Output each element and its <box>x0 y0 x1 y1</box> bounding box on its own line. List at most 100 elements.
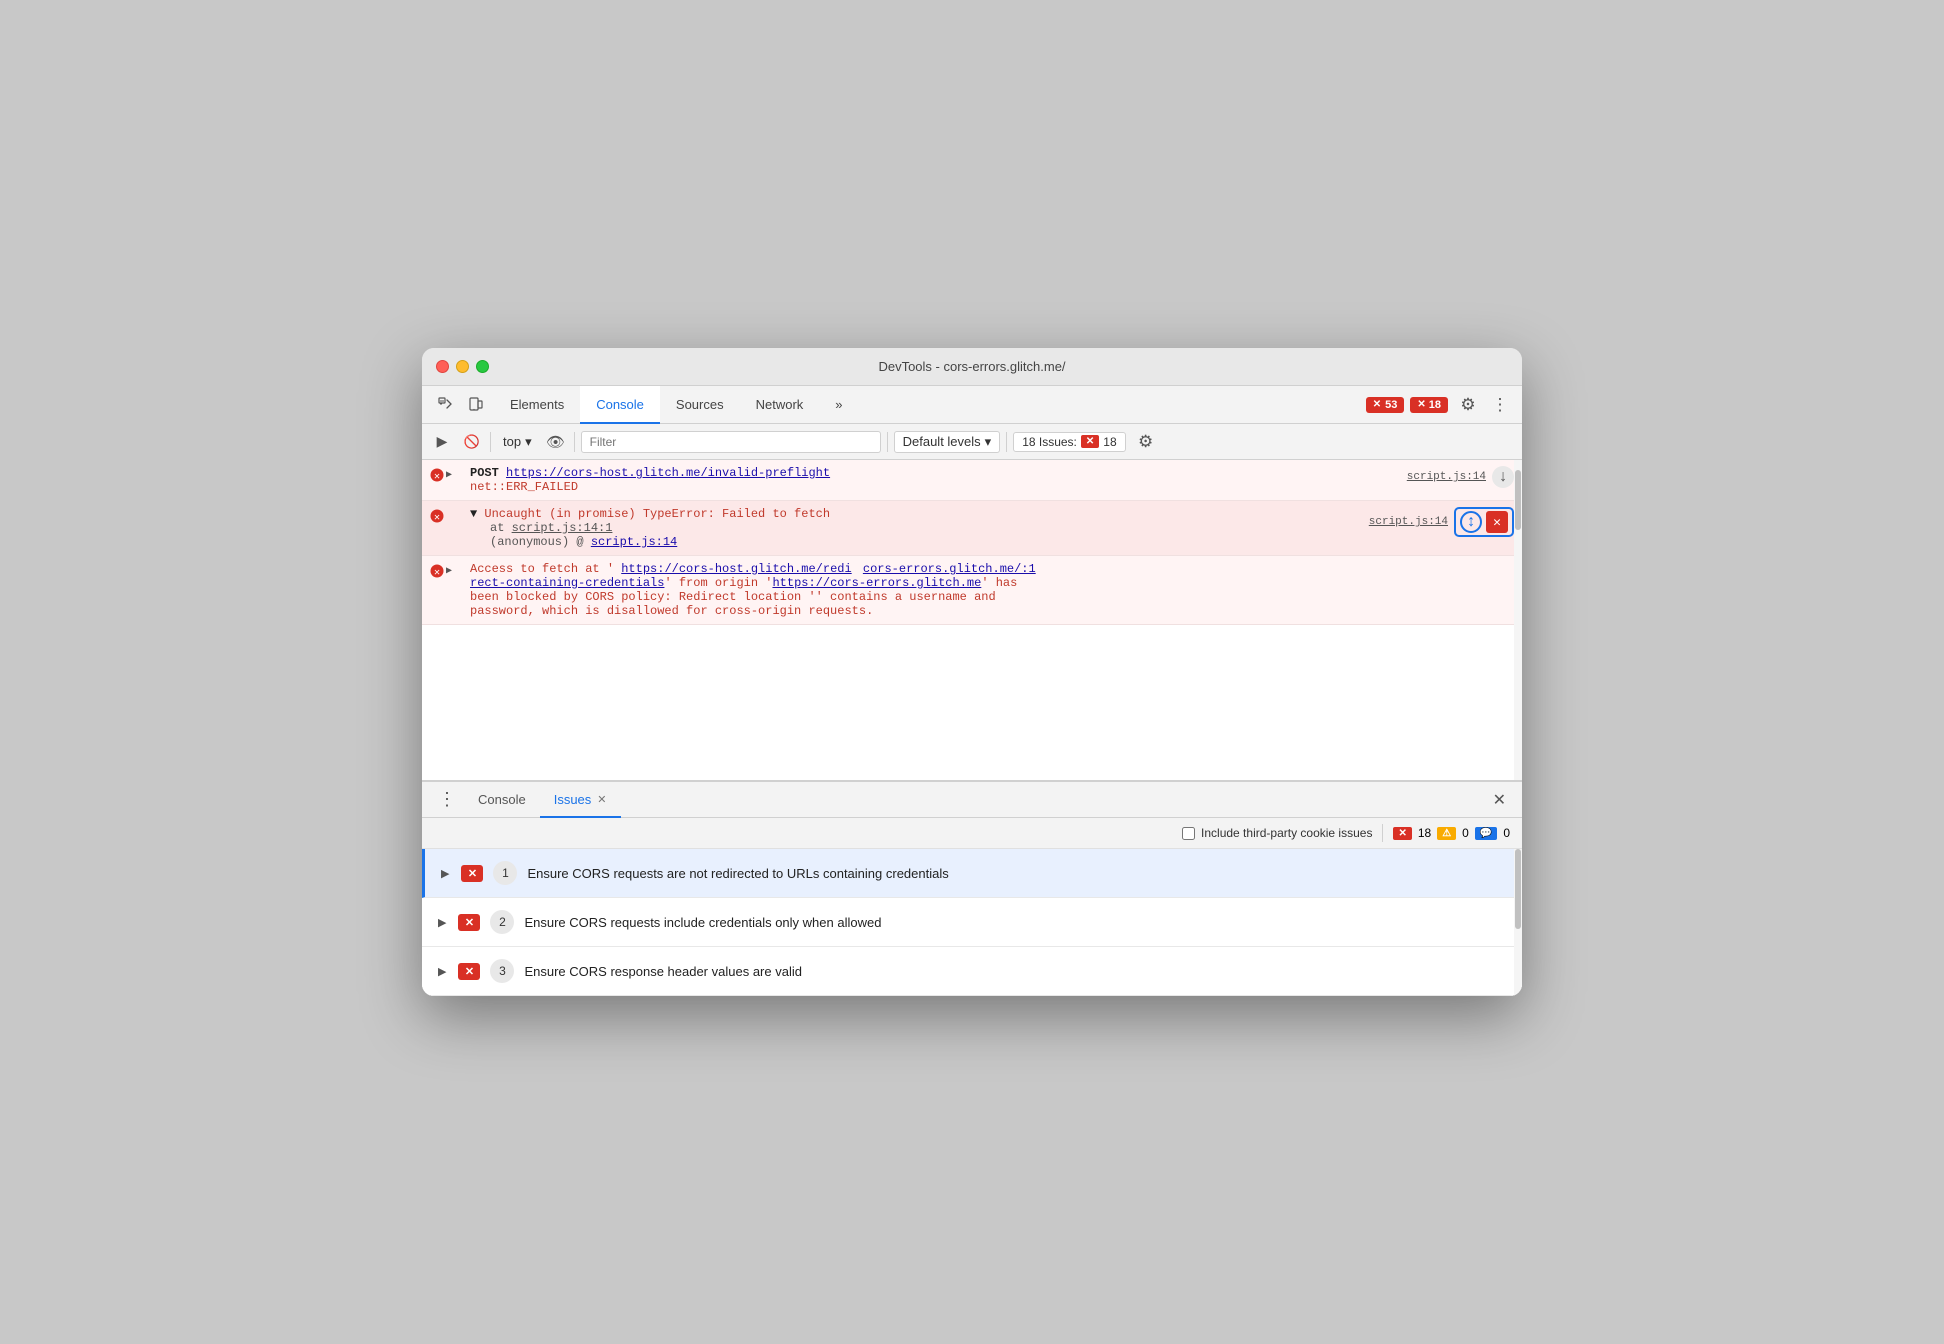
download-icon-1[interactable]: ↓ <box>1492 466 1514 488</box>
row-1-right: script.js:14 ↓ <box>1407 466 1514 488</box>
filter-input[interactable] <box>581 431 881 453</box>
titlebar: DevTools - cors-errors.glitch.me/ <box>422 348 1522 386</box>
row-1-method: POST <box>470 466 506 480</box>
tab-sources[interactable]: Sources <box>660 386 740 424</box>
context-selector[interactable]: top ▾ <box>497 432 538 452</box>
issues-count-button[interactable]: 18 Issues: ✕ 18 <box>1013 432 1125 452</box>
issue-item-3[interactable]: ▶ ✕ 3 Ensure CORS response header values… <box>422 947 1522 996</box>
traffic-lights <box>436 360 489 373</box>
btab-issues[interactable]: Issues ✕ <box>540 783 621 818</box>
console-scrollbar-thumb[interactable] <box>1515 470 1521 530</box>
row-1-error: net::ERR_FAILED <box>470 480 578 494</box>
row-3-url3[interactable]: rect-containing-credentials <box>470 576 664 590</box>
window-title: DevTools - cors-errors.glitch.me/ <box>878 359 1065 374</box>
error-icon-3: ✕ <box>430 564 444 582</box>
inspector-icon[interactable] <box>436 395 456 415</box>
row-2-right: script.js:14 ↕ ✕ <box>1369 507 1514 537</box>
issue-3-text: Ensure CORS response header values are v… <box>524 964 801 979</box>
action-buttons-highlighted: ↕ ✕ <box>1454 507 1514 537</box>
tab-elements[interactable]: Elements <box>494 386 580 424</box>
row-3-url4[interactable]: https://cors-errors.glitch.me <box>772 576 981 590</box>
issue-3-badge: ✕ <box>458 963 480 980</box>
warning-count-badge[interactable]: ✕ 18 <box>1410 397 1448 413</box>
issues-info-count: 💬 <box>1475 827 1497 840</box>
issues-error-count: ✕ <box>1393 827 1411 840</box>
issues-toolbar-divider <box>1382 824 1383 842</box>
console-content: ✕ ▶ script.js:14 ↓ POST https://cors-hos… <box>422 460 1522 780</box>
settings-button[interactable]: ⚙ <box>1454 391 1482 419</box>
console-row-2: ✕ script.js:14 ↕ ✕ ▼ Uncaught (in promis… <box>422 501 1522 556</box>
tab-more[interactable]: » <box>819 386 858 424</box>
issues-list: ▶ ✕ 1 Ensure CORS requests are not redir… <box>422 849 1522 996</box>
third-party-checkbox[interactable] <box>1182 827 1195 840</box>
maximize-button[interactable] <box>476 360 489 373</box>
svg-text:✕: ✕ <box>434 568 440 578</box>
expand-triangle-3[interactable]: ▶ <box>446 565 452 577</box>
row-3-text-1: Access to fetch at ' <box>470 562 614 576</box>
issues-error-badge: ✕ <box>1081 435 1099 448</box>
script-ref-1[interactable]: script.js:14 <box>1407 471 1486 483</box>
row-3-url2[interactable]: cors-errors.glitch.me/:1 <box>863 562 1036 576</box>
issues-tab-close[interactable]: ✕ <box>597 793 606 806</box>
log-level-dropdown[interactable]: Default levels ▾ <box>894 431 1001 453</box>
main-tabbar: Elements Console Sources Network » ✕ 53 … <box>422 386 1522 424</box>
issue-item-1[interactable]: ▶ ✕ 1 Ensure CORS requests are not redir… <box>422 849 1522 898</box>
close-button[interactable] <box>436 360 449 373</box>
tabbar-right: ✕ 53 ✕ 18 ⚙ ⋮ <box>1366 386 1516 423</box>
row-1-url[interactable]: https://cors-host.glitch.me/invalid-pref… <box>506 466 830 480</box>
issue-1-expand[interactable]: ▶ <box>441 867 449 880</box>
console-settings-button[interactable]: ⚙ <box>1132 428 1160 456</box>
dismiss-icon-2[interactable]: ✕ <box>1486 511 1508 533</box>
issue-1-badge: ✕ <box>461 865 483 882</box>
issue-2-text: Ensure CORS requests include credentials… <box>524 915 881 930</box>
warning-x-icon: ✕ <box>1417 399 1425 410</box>
row-2-content: script.js:14 ↕ ✕ ▼ Uncaught (in promise)… <box>450 507 1514 549</box>
script-ref-2[interactable]: script.js:14 <box>1369 516 1448 528</box>
toolbar-divider-4 <box>1006 432 1007 452</box>
console-toolbar: ▶ 🚫 top ▾ 👁 Default levels ▾ 18 Issues: … <box>422 424 1522 460</box>
error-count-badge[interactable]: ✕ 53 <box>1366 397 1405 413</box>
eye-icon[interactable]: 👁 <box>544 430 568 454</box>
tab-network[interactable]: Network <box>740 386 820 424</box>
third-party-checkbox-label[interactable]: Include third-party cookie issues <box>1182 826 1372 840</box>
bottom-panel: ⋮ Console Issues ✕ ✕ Include third-party… <box>422 780 1522 996</box>
stack-link-2[interactable]: script.js:14 <box>591 535 677 549</box>
expand-triangle-1[interactable]: ▶ <box>446 469 452 481</box>
issue-2-num: 2 <box>490 910 514 934</box>
row-1-content: script.js:14 ↓ POST https://cors-host.gl… <box>450 466 1514 494</box>
error-icon-2: ✕ <box>430 509 444 527</box>
row-3-content: Access to fetch at ' https://cors-host.g… <box>450 562 1514 618</box>
error-x-icon: ✕ <box>1373 399 1381 410</box>
more-button[interactable]: ⋮ <box>1488 391 1512 419</box>
issues-scrollbar-thumb[interactable] <box>1515 849 1521 929</box>
device-icon[interactable] <box>466 395 486 415</box>
bottom-panel-menu[interactable]: ⋮ <box>430 789 464 810</box>
minimize-button[interactable] <box>456 360 469 373</box>
stack-link-1[interactable]: script.js:14:1 <box>512 521 613 535</box>
row-3-url1[interactable]: https://cors-host.glitch.me/redi <box>621 562 851 576</box>
tab-console[interactable]: Console <box>580 386 660 424</box>
issue-2-expand[interactable]: ▶ <box>438 916 446 929</box>
issues-counts: ✕ 18 ⚠ 0 💬 0 <box>1393 826 1510 840</box>
issue-2-badge: ✕ <box>458 914 480 931</box>
devtools-body: Elements Console Sources Network » ✕ 53 … <box>422 386 1522 996</box>
issues-toolbar: Include third-party cookie issues ✕ 18 ⚠… <box>422 818 1522 849</box>
clear-console-button[interactable]: ▶ <box>430 430 454 454</box>
svg-text:✕: ✕ <box>434 472 440 482</box>
issue-3-expand[interactable]: ▶ <box>438 965 446 978</box>
link-icon-2[interactable]: ↕ <box>1460 511 1482 533</box>
console-scrollbar[interactable] <box>1514 460 1522 780</box>
ban-icon[interactable]: 🚫 <box>460 430 484 454</box>
bottom-tabbar: ⋮ Console Issues ✕ ✕ <box>422 782 1522 818</box>
issue-item-2[interactable]: ▶ ✕ 2 Ensure CORS requests include crede… <box>422 898 1522 947</box>
row-2-error-text: Uncaught (in promise) TypeError: Failed … <box>484 507 830 521</box>
toolbar-divider-2 <box>574 432 575 452</box>
row-3-text-2: rect-containing-credentials' from origin… <box>470 576 1017 590</box>
btab-console[interactable]: Console <box>464 783 540 818</box>
row-2-stack-1: at script.js:14:1 <box>470 521 612 535</box>
issue-1-text: Ensure CORS requests are not redirected … <box>527 866 948 881</box>
row-2-expand[interactable]: ▼ <box>470 507 477 521</box>
issues-scrollbar[interactable] <box>1514 849 1522 996</box>
bottom-panel-close-button[interactable]: ✕ <box>1485 790 1514 810</box>
toolbar-divider <box>490 432 491 452</box>
